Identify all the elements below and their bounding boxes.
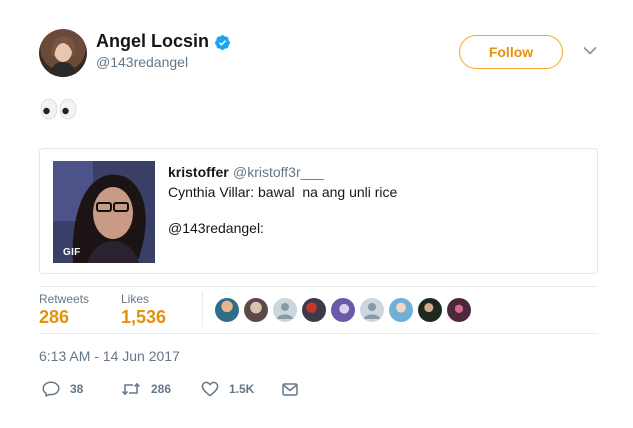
liker-avatar[interactable] (331, 298, 355, 322)
direct-message-icon (282, 382, 298, 396)
eyes-emoji-icon (40, 98, 77, 120)
liker-avatar[interactable] (360, 298, 384, 322)
retweets-label[interactable]: Retweets (39, 292, 89, 306)
like-button[interactable]: 1.5K (201, 380, 254, 398)
default-avatar-icon (364, 303, 380, 319)
liker-avatar[interactable] (418, 298, 442, 322)
quoted-tweet-mention[interactable]: @143redangel: (168, 220, 264, 236)
liker-avatar[interactable] (244, 298, 268, 322)
reply-icon (42, 381, 60, 397)
liker-avatar[interactable] (215, 298, 239, 322)
stats-bottom-divider (39, 333, 598, 334)
author-avatar-image (49, 36, 77, 77)
likes-count[interactable]: 1,536 (121, 307, 166, 328)
quoted-gif-thumbnail[interactable]: GIF (53, 161, 155, 263)
quoted-author-handle[interactable]: @kristoff3r___ (233, 164, 324, 180)
author-avatar[interactable] (39, 29, 87, 77)
default-avatar-icon (277, 303, 293, 319)
retweet-icon (121, 382, 141, 396)
tweet-timestamp[interactable]: 6:13 AM - 14 Jun 2017 (39, 348, 180, 364)
follow-button[interactable]: Follow (459, 35, 563, 69)
stats-separator (202, 291, 203, 327)
author-handle[interactable]: @143redangel (96, 54, 188, 70)
author-name[interactable]: Angel Locsin (96, 31, 209, 52)
caret-down-icon[interactable] (583, 46, 597, 56)
quoted-tweet-card[interactable]: GIF kristoffer @kristoff3r___ Cynthia Vi… (39, 148, 598, 274)
liker-avatar[interactable] (273, 298, 297, 322)
reply-count: 38 (70, 382, 84, 396)
liker-avatar[interactable] (389, 298, 413, 322)
retweets-count[interactable]: 286 (39, 307, 69, 328)
quoted-author-name[interactable]: kristoffer (168, 164, 229, 180)
liker-avatar[interactable] (447, 298, 471, 322)
gif-badge: GIF (63, 247, 81, 258)
liker-avatar[interactable] (302, 298, 326, 322)
like-count-action: 1.5K (229, 382, 255, 396)
quoted-tweet-text: Cynthia Villar: bawal na ang unli rice (168, 184, 398, 200)
retweet-count-action: 286 (151, 382, 172, 396)
verified-badge-icon (215, 35, 230, 50)
heart-icon (201, 381, 219, 397)
reply-button[interactable]: 38 (42, 380, 83, 398)
direct-message-button[interactable] (282, 380, 298, 398)
retweet-button[interactable]: 286 (121, 380, 171, 398)
likes-label[interactable]: Likes (121, 292, 149, 306)
stats-top-divider (39, 286, 598, 287)
